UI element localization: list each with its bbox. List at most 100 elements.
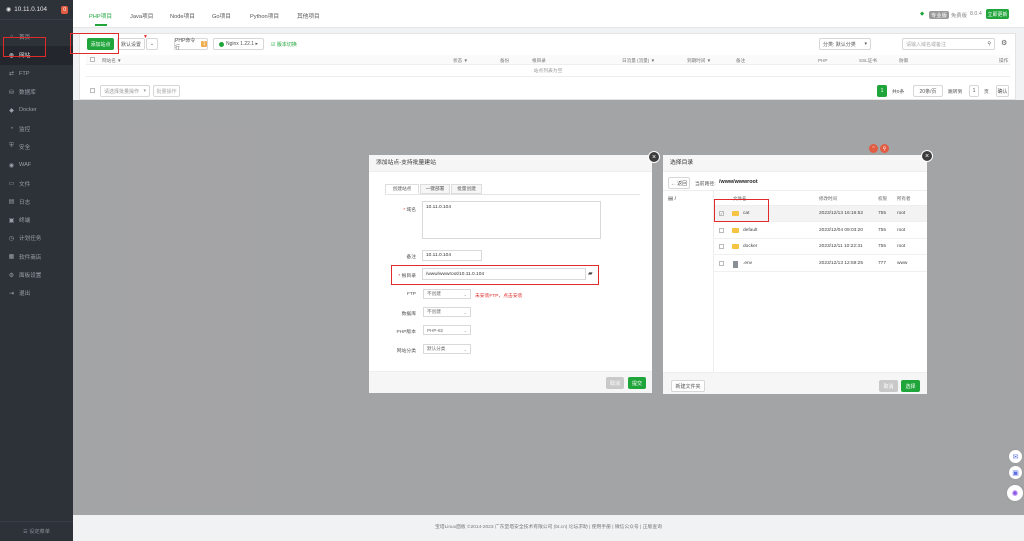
- search-input[interactable]: 请输入域名或备注 ⚲: [902, 38, 995, 50]
- pager-current-page[interactable]: 1: [877, 85, 887, 97]
- select-all-checkbox[interactable]: [90, 57, 95, 62]
- default-settings-button[interactable]: 默认设置: [117, 38, 145, 50]
- category-value: 分类: 默认分类: [823, 41, 856, 48]
- back-button[interactable]: ← 返回: [668, 177, 690, 189]
- notification-badge[interactable]: 0: [61, 5, 68, 14]
- tree-root-node[interactable]: ▤ /: [668, 196, 676, 202]
- server-header: ◉ 10.11.0.104 0: [0, 0, 73, 20]
- sidebar-item-icon: ⚙: [8, 272, 15, 279]
- menu-settings-button[interactable]: ☰ 设定菜单: [0, 521, 73, 541]
- ai-assistant-icon[interactable]: ✺: [1007, 485, 1023, 501]
- file-row[interactable]: docker 2023/12/11 10:22:31 755 root: [714, 239, 927, 255]
- new-folder-button[interactable]: 新建文件夹: [671, 380, 705, 392]
- gear-icon[interactable]: ⚙: [1001, 39, 1007, 47]
- update-button[interactable]: 立即更新: [986, 9, 1009, 19]
- sidebar-item[interactable]: ⇄ FTP: [0, 65, 73, 83]
- add-site-button[interactable]: 添加站点: [87, 38, 114, 50]
- pro-badge[interactable]: 专业版: [929, 11, 949, 19]
- sidebar-item[interactable]: ⚙ 面板设置: [0, 266, 73, 284]
- domain-textarea[interactable]: 10.11.0.104: [422, 201, 601, 239]
- sidebar-item[interactable]: ◍ 网站: [0, 46, 73, 65]
- diamond-icon[interactable]: ◆: [920, 11, 924, 17]
- batch-select[interactable]: 请选择批量操作 ▾: [100, 85, 150, 97]
- sidebar-item[interactable]: ▤ 日志: [0, 193, 73, 211]
- search-icon[interactable]: ⚲: [880, 144, 889, 153]
- file-row[interactable]: ✓ cat 2023/12/13 16:16:52 755 root: [714, 206, 927, 222]
- tab-other-project[interactable]: 其他项目: [297, 11, 320, 20]
- batch-action-button[interactable]: 批量操作: [153, 85, 180, 97]
- nginx-button[interactable]: Nginx 1.22.1 ▸: [213, 38, 264, 50]
- root-dir-input[interactable]: /www/wwwroot/10.11.0.104: [422, 268, 586, 280]
- php-version-switch-link[interactable]: ☑ 版本切换: [271, 41, 297, 48]
- sidebar-item[interactable]: ◆ Docker: [0, 101, 73, 119]
- site-category-select[interactable]: 默认分类 ⌄: [423, 344, 471, 354]
- dir-cancel-button[interactable]: 取消: [879, 380, 898, 392]
- tab-batch-create[interactable]: 批量创建: [451, 184, 482, 194]
- file-permission: 755: [878, 211, 887, 216]
- close-add-site-icon[interactable]: ×: [648, 151, 660, 163]
- tab-one-click-deploy[interactable]: 一键部署: [420, 184, 450, 194]
- sidebar-item[interactable]: ⛁ 数据库: [0, 83, 73, 101]
- th-status[interactable]: 状态 ▼: [453, 58, 468, 64]
- sidebar-item[interactable]: ◷ 计划任务: [0, 229, 73, 247]
- sidebar-item[interactable]: ⇥ 退出: [0, 284, 73, 302]
- batch-select-value: 请选择批量操作: [104, 88, 140, 95]
- file-checkbox[interactable]: [719, 260, 724, 266]
- cancel-button[interactable]: 取消: [606, 377, 624, 389]
- sidebar-item[interactable]: ◔ 监控: [0, 119, 73, 137]
- site-category-value: 默认分类: [427, 346, 446, 351]
- database-label: 数据库: [401, 312, 416, 317]
- dir-select-button[interactable]: 选择: [901, 380, 920, 392]
- tab-node-project[interactable]: Node项目: [170, 11, 195, 20]
- th-expiry[interactable]: 到期时间 ▼: [687, 58, 711, 64]
- th-traffic[interactable]: 日流量 (流量) ▼: [622, 58, 655, 64]
- sidebar-item[interactable]: ▦ 软件商店: [0, 248, 73, 266]
- ftp-select[interactable]: 不创建 ⌄: [423, 289, 471, 299]
- sidebar-item-icon: ⇥: [8, 290, 15, 297]
- ftp-install-link[interactable]: 未安装FTP，点击安装: [475, 292, 522, 299]
- pager-unit: 页: [984, 90, 989, 95]
- active-tab-underline: [95, 24, 107, 26]
- remark-input[interactable]: 10.11.0.104: [422, 250, 482, 261]
- file-row[interactable]: default 2023/12/04 09:03:20 755 root: [714, 223, 927, 239]
- sidebar-item[interactable]: ◉ WAF: [0, 156, 73, 174]
- sidebar-item[interactable]: ⌂ 首页: [0, 28, 73, 46]
- file-modified: 2023/12/13 16:16:52: [819, 211, 864, 216]
- file-checkbox[interactable]: [719, 227, 724, 233]
- sidebar-item[interactable]: ▣ 终端: [0, 211, 73, 229]
- th-backup: 备份: [500, 58, 510, 63]
- th-remark: 备注: [736, 58, 746, 63]
- tab-create-site[interactable]: 创建站点: [385, 184, 419, 194]
- close-directory-icon[interactable]: ×: [921, 150, 933, 162]
- document-icon[interactable]: ▣: [1009, 466, 1022, 479]
- tab-java-project[interactable]: Java项目: [130, 11, 153, 20]
- pager-goto-input[interactable]: 1: [969, 85, 979, 97]
- sidebar-item-icon: ◷: [8, 235, 15, 242]
- file-row[interactable]: .env 2023/12/13 12:59:25 777 www: [714, 256, 927, 272]
- expand-icon[interactable]: ⌃: [869, 144, 878, 153]
- sidebar-item[interactable]: ⛨ 安全: [0, 138, 73, 156]
- tab-python-project[interactable]: Python项目: [250, 11, 279, 20]
- current-path-value[interactable]: /www/wwwroot: [719, 179, 758, 185]
- file-checkbox[interactable]: [719, 244, 724, 249]
- sidebar-item[interactable]: ▭ 文件: [0, 174, 73, 192]
- tab-go-project[interactable]: Go项目: [212, 11, 231, 20]
- batch-checkbox[interactable]: [90, 88, 95, 93]
- pager-confirm-button[interactable]: 确认: [996, 85, 1009, 97]
- database-select[interactable]: 不创建 ⌄: [423, 307, 471, 317]
- th-site-name[interactable]: 网站名 ▼: [102, 58, 122, 64]
- php-version-label: PHP版本: [396, 330, 416, 335]
- pager-total: 共0条: [892, 90, 905, 95]
- folder-open-icon[interactable]: ▰: [588, 270, 593, 277]
- php-cli-button[interactable]: PHP命令行 1: [174, 38, 208, 51]
- pager-per-page[interactable]: 20条/页: [913, 85, 943, 97]
- page-footer: 宝塔Linux面板 ©2014-2023 广东堡塔安全技术有限公司 (bt.cn…: [73, 515, 1024, 541]
- submit-button[interactable]: 提交: [628, 377, 646, 389]
- php-version-select[interactable]: PHP-82 ⌄: [423, 325, 471, 335]
- tab-php-project[interactable]: PHP项目: [89, 11, 112, 20]
- category-select[interactable]: 分类: 默认分类 ▾: [819, 38, 871, 50]
- php-version-value: PHP-82: [427, 327, 444, 333]
- file-checkbox[interactable]: ✓: [719, 211, 724, 216]
- sidebar-item-label: 软件商店: [19, 254, 42, 261]
- service-icon[interactable]: ✉: [1009, 450, 1022, 463]
